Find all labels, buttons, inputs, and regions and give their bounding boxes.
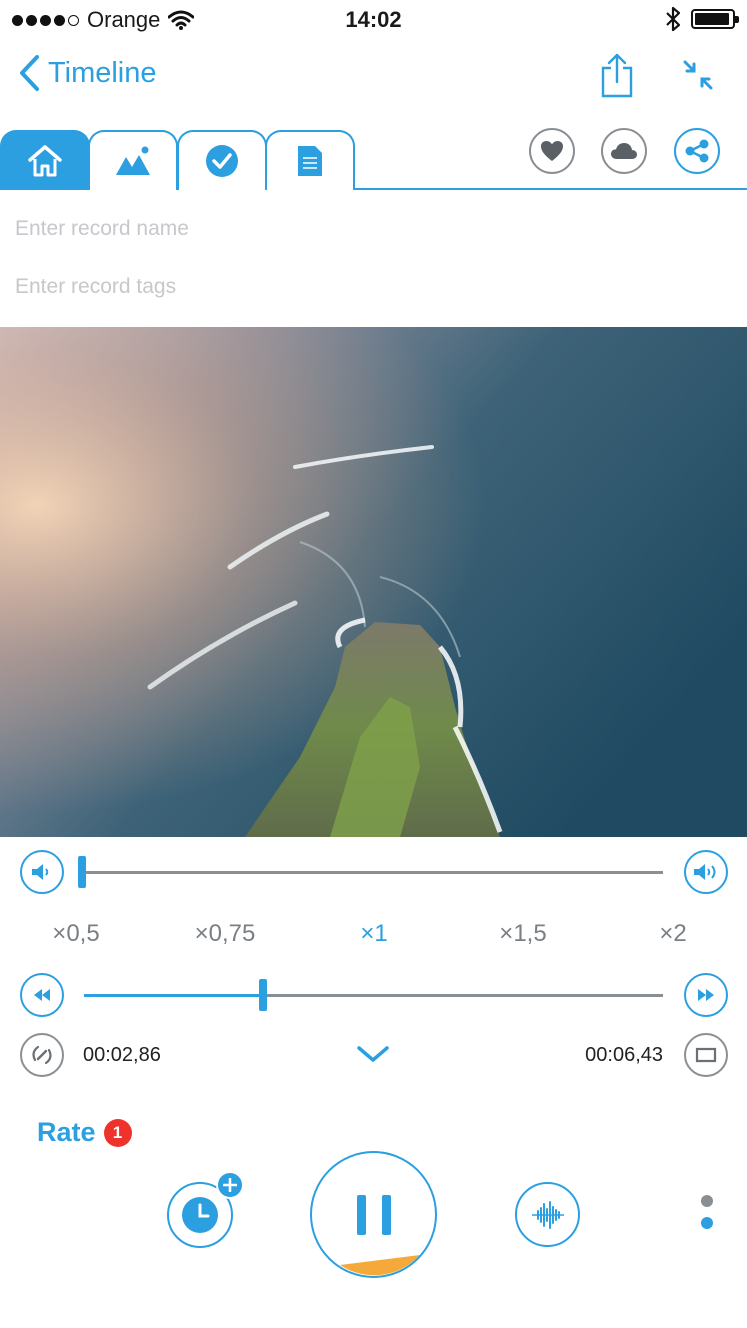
waveform-button[interactable] bbox=[515, 1182, 580, 1247]
cloud-icon bbox=[611, 143, 637, 159]
plus-icon bbox=[216, 1171, 244, 1199]
share-icon bbox=[685, 139, 709, 163]
repeat-icon bbox=[695, 1047, 717, 1063]
rate-badge: 1 bbox=[103, 1118, 132, 1147]
share-upload-button[interactable] bbox=[592, 50, 642, 100]
pause-button[interactable] bbox=[310, 1151, 437, 1278]
status-right bbox=[665, 6, 739, 32]
bluetooth-icon bbox=[666, 6, 681, 32]
cloud-button[interactable] bbox=[601, 128, 647, 174]
speed-option[interactable]: ×0,75 bbox=[165, 920, 285, 948]
tab-check[interactable] bbox=[177, 130, 267, 190]
favorite-button[interactable] bbox=[529, 128, 575, 174]
progress-wedge bbox=[340, 1255, 420, 1276]
record-photo bbox=[0, 327, 747, 837]
repeat-button[interactable] bbox=[684, 1033, 728, 1077]
home-icon bbox=[28, 145, 62, 177]
current-time: 00:02,86 bbox=[83, 1044, 161, 1066]
waveform-icon bbox=[531, 1200, 564, 1229]
tab-home[interactable] bbox=[0, 130, 90, 190]
status-time: 14:02 bbox=[345, 7, 402, 32]
volume-slider-thumb[interactable] bbox=[78, 856, 86, 888]
volume-high-icon bbox=[694, 864, 716, 880]
rate-link[interactable]: Rate 1 bbox=[37, 1117, 132, 1148]
navigation-bar: Timeline bbox=[0, 44, 747, 114]
chevron-left-icon bbox=[20, 55, 39, 91]
collapse-icon bbox=[683, 60, 713, 90]
total-time: 00:06,43 bbox=[585, 1044, 663, 1066]
progress-fill bbox=[84, 994, 264, 997]
share-button[interactable] bbox=[674, 128, 720, 174]
progress-slider-thumb[interactable] bbox=[259, 979, 268, 1011]
back-button[interactable]: Timeline bbox=[18, 54, 157, 92]
heart-icon bbox=[541, 141, 563, 161]
page-dot-inactive bbox=[701, 1195, 713, 1207]
speed-option[interactable]: ×2 bbox=[613, 920, 733, 948]
rewind-button[interactable] bbox=[20, 973, 64, 1017]
record-name-input[interactable] bbox=[0, 201, 747, 257]
record-tags-input[interactable] bbox=[0, 259, 747, 315]
chevron-down-icon bbox=[357, 1046, 389, 1062]
collapse-player-button[interactable] bbox=[356, 1044, 390, 1069]
sync-icon bbox=[32, 1045, 52, 1065]
sync-button[interactable] bbox=[20, 1033, 64, 1077]
speed-option[interactable]: ×1,5 bbox=[463, 920, 583, 948]
tab-image[interactable] bbox=[88, 130, 178, 190]
speed-option[interactable]: ×1 bbox=[314, 920, 434, 948]
volume-up-button[interactable] bbox=[684, 850, 728, 894]
fast-forward-button[interactable] bbox=[684, 973, 728, 1017]
battery-icon bbox=[691, 9, 739, 29]
page-dot-active bbox=[701, 1217, 713, 1229]
back-label: Timeline bbox=[48, 56, 157, 89]
volume-low-icon bbox=[32, 864, 49, 880]
rewind-icon bbox=[34, 989, 50, 1001]
check-icon bbox=[206, 145, 238, 177]
page-indicator[interactable] bbox=[699, 1193, 715, 1237]
volume-track[interactable] bbox=[84, 871, 663, 874]
status-bar: Orange 14:02 bbox=[0, 0, 747, 40]
tab-bar bbox=[0, 128, 747, 190]
clock-icon bbox=[182, 1197, 218, 1233]
speed-option[interactable]: ×0,5 bbox=[16, 920, 136, 948]
aerial-sea-image bbox=[0, 327, 747, 837]
volume-down-button[interactable] bbox=[20, 850, 64, 894]
tab-document[interactable] bbox=[265, 130, 355, 190]
rate-label: Rate bbox=[37, 1117, 96, 1147]
collapse-button[interactable] bbox=[673, 50, 723, 100]
fast-forward-icon bbox=[698, 989, 714, 1001]
image-icon bbox=[116, 146, 150, 175]
document-icon bbox=[298, 146, 322, 176]
share-upload-icon bbox=[601, 53, 633, 98]
